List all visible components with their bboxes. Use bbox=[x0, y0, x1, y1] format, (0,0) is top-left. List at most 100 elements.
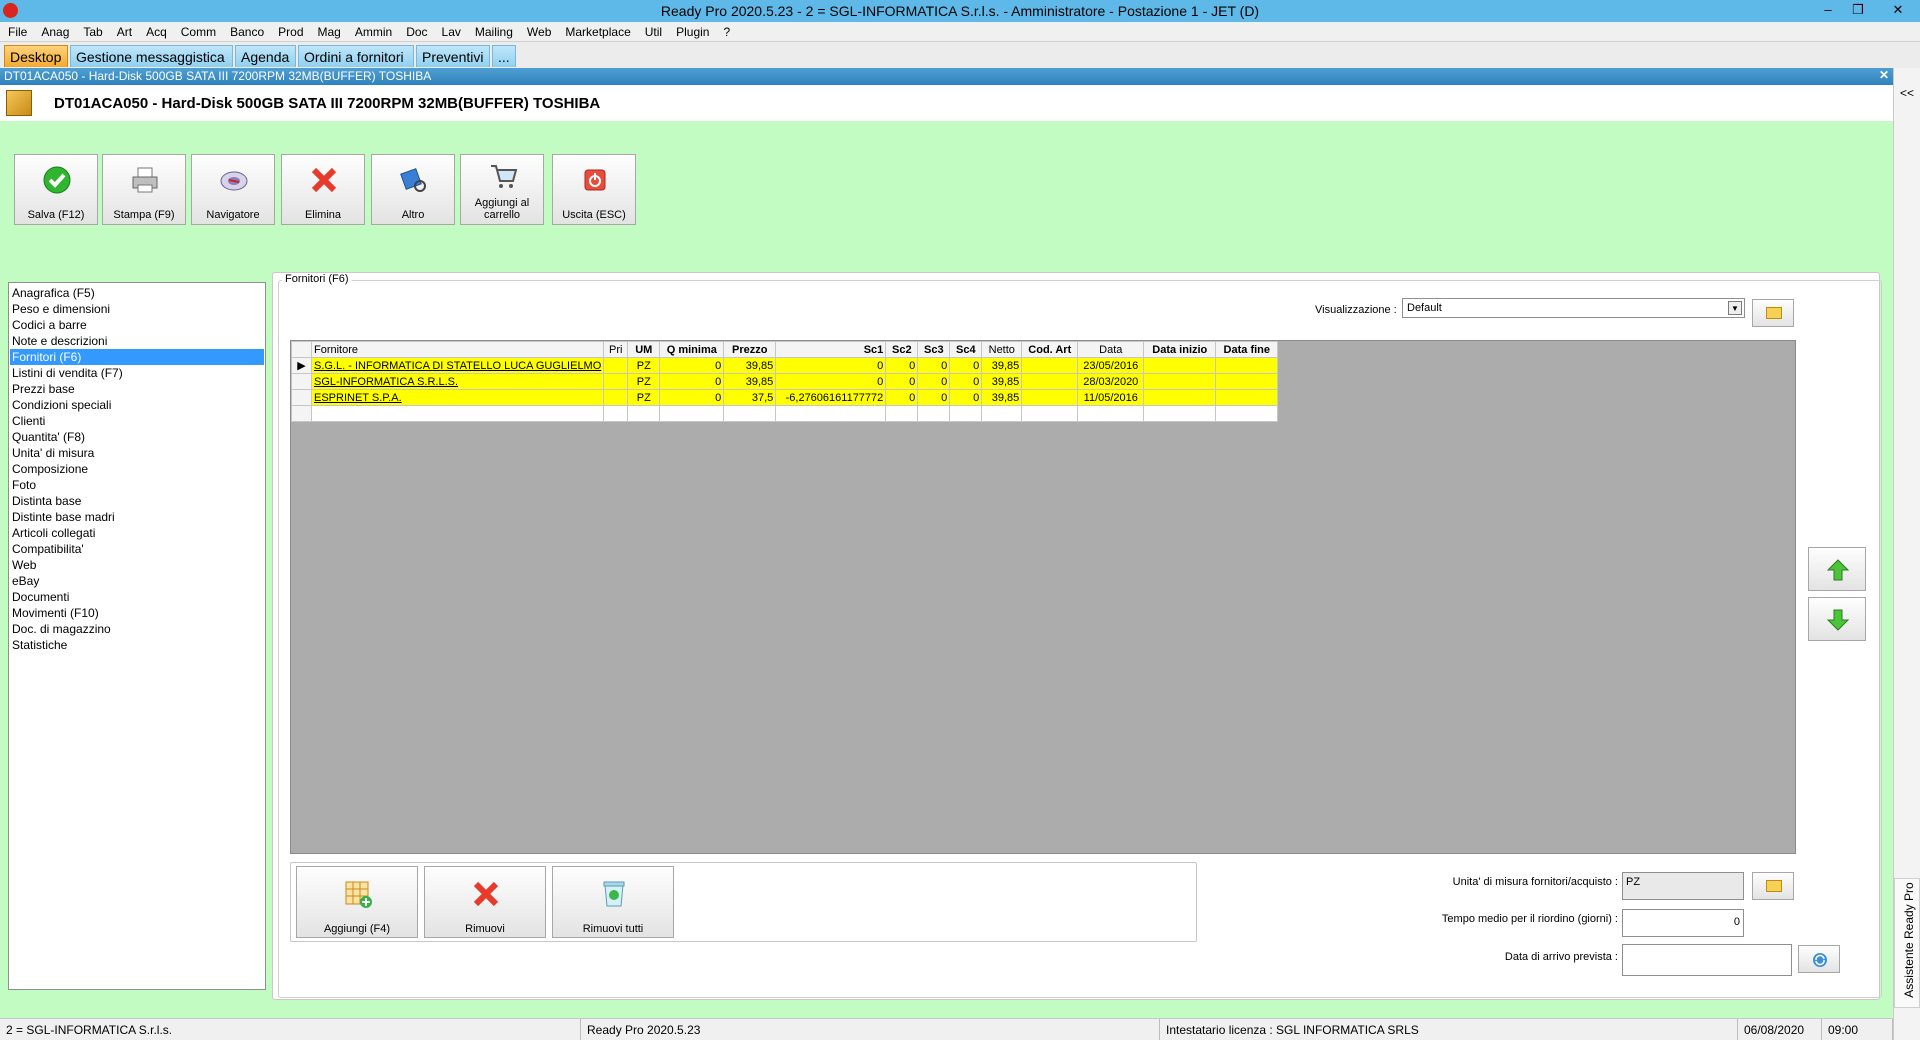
cell[interactable] bbox=[949, 405, 983, 422]
menu-acq[interactable]: Acq bbox=[138, 22, 173, 39]
col-header[interactable]: Cod. Art bbox=[1021, 341, 1079, 358]
navigator-button[interactable]: Navigatore bbox=[191, 154, 275, 225]
nav-item[interactable]: Compatibilita' bbox=[10, 541, 264, 557]
menu-lav[interactable]: Lav bbox=[434, 22, 467, 39]
cell[interactable] bbox=[917, 405, 951, 422]
tab-agenda[interactable]: Agenda bbox=[235, 45, 296, 67]
menu-web[interactable]: Web bbox=[519, 22, 557, 39]
col-header[interactable]: Data bbox=[1077, 341, 1145, 358]
menu-mailing[interactable]: Mailing bbox=[467, 22, 519, 39]
cell[interactable] bbox=[603, 389, 629, 406]
menu-help[interactable]: ? bbox=[715, 22, 736, 39]
cell[interactable]: 23/05/2016 bbox=[1077, 357, 1145, 374]
remove-button[interactable]: Rimuovi bbox=[424, 866, 546, 938]
cell[interactable] bbox=[723, 405, 777, 422]
move-down-button[interactable] bbox=[1808, 597, 1866, 641]
cell[interactable] bbox=[1215, 389, 1279, 406]
view-folder-button[interactable] bbox=[1752, 299, 1794, 327]
menu-prod[interactable]: Prod bbox=[270, 22, 309, 39]
cell[interactable] bbox=[1143, 405, 1217, 422]
nav-item[interactable]: Note e descrizioni bbox=[10, 333, 264, 349]
cell[interactable]: 39,85 bbox=[723, 357, 777, 374]
chevron-down-icon[interactable]: ▼ bbox=[1728, 301, 1742, 315]
close-document-button[interactable]: ✕ bbox=[1879, 68, 1889, 82]
col-header[interactable]: UM bbox=[627, 341, 661, 358]
cell[interactable]: 0 bbox=[949, 389, 983, 406]
col-header[interactable]: Sc3 bbox=[917, 341, 951, 358]
cell[interactable] bbox=[981, 405, 1023, 422]
table-row[interactable]: ESPRINET S.P.A. PZ 0 37,5 -6,27606161177… bbox=[291, 389, 1279, 406]
nav-item[interactable]: Condizioni speciali bbox=[10, 397, 264, 413]
um-folder-button[interactable] bbox=[1752, 872, 1794, 900]
restore-button[interactable]: ❐ bbox=[1838, 0, 1878, 22]
nav-item[interactable]: Documenti bbox=[10, 589, 264, 605]
cell[interactable]: 39,85 bbox=[981, 389, 1023, 406]
cell[interactable] bbox=[885, 405, 919, 422]
tab-ordini-a-fornitori[interactable]: Ordini a fornitori bbox=[298, 45, 414, 67]
cell[interactable] bbox=[603, 357, 629, 374]
reorder-time-field[interactable]: 0 bbox=[1622, 909, 1744, 937]
save-button[interactable]: Salva (F12) bbox=[14, 154, 98, 225]
cell[interactable] bbox=[659, 405, 725, 422]
tab-more[interactable]: ... bbox=[492, 45, 516, 67]
nav-item[interactable]: Prezzi base bbox=[10, 381, 264, 397]
menu-util[interactable]: Util bbox=[637, 22, 668, 39]
cell[interactable] bbox=[1215, 405, 1279, 422]
cell[interactable] bbox=[603, 373, 629, 390]
menu-ammin[interactable]: Ammin bbox=[347, 22, 398, 39]
nav-item[interactable]: Distinte base madri bbox=[10, 509, 264, 525]
nav-item[interactable]: Anagrafica (F5) bbox=[10, 285, 264, 301]
remove-all-button[interactable]: Rimuovi tutti bbox=[552, 866, 674, 938]
assistant-panel-tab[interactable]: Assistente Ready Pro bbox=[1894, 878, 1920, 1008]
um-supplier-field[interactable]: PZ bbox=[1622, 872, 1744, 900]
close-window-button[interactable]: ✕ bbox=[1878, 0, 1918, 22]
table-new-row[interactable] bbox=[291, 405, 1279, 422]
col-header[interactable]: Sc4 bbox=[949, 341, 983, 358]
menu-mag[interactable]: Mag bbox=[310, 22, 347, 39]
cell[interactable] bbox=[1215, 373, 1279, 390]
cell[interactable]: 0 bbox=[949, 373, 983, 390]
cell[interactable]: PZ bbox=[627, 389, 661, 406]
move-up-button[interactable] bbox=[1808, 547, 1866, 591]
cell[interactable]: 0 bbox=[659, 389, 725, 406]
table-row[interactable]: ▶ S.G.L. - INFORMATICA DI STATELLO LUCA … bbox=[291, 357, 1279, 374]
cell[interactable]: PZ bbox=[627, 357, 661, 374]
cell[interactable] bbox=[775, 405, 887, 422]
cell[interactable] bbox=[310, 405, 605, 422]
cell[interactable] bbox=[1021, 389, 1079, 406]
nav-item[interactable]: Codici a barre bbox=[10, 317, 264, 333]
cell[interactable] bbox=[1021, 405, 1079, 422]
cell[interactable]: -6,27606161177772 bbox=[775, 389, 887, 406]
col-header[interactable]: Fornitore bbox=[310, 341, 605, 358]
nav-item[interactable]: eBay bbox=[10, 573, 264, 589]
table-row[interactable]: SGL-INFORMATICA S.R.L.S. PZ 0 39,85 0 0 … bbox=[291, 373, 1279, 390]
menu-art[interactable]: Art bbox=[109, 22, 138, 39]
nav-item[interactable]: Articoli collegati bbox=[10, 525, 264, 541]
col-header[interactable]: Q minima bbox=[659, 341, 725, 358]
cell[interactable] bbox=[1215, 357, 1279, 374]
menu-comm[interactable]: Comm bbox=[173, 22, 222, 39]
cell[interactable]: 37,5 bbox=[723, 389, 777, 406]
cell[interactable]: 39,85 bbox=[981, 357, 1023, 374]
cell[interactable]: 0 bbox=[917, 357, 951, 374]
other-button[interactable]: Altro bbox=[371, 154, 455, 225]
exit-button[interactable]: Uscita (ESC) bbox=[552, 154, 636, 225]
cell[interactable]: 28/03/2020 bbox=[1077, 373, 1145, 390]
col-header[interactable]: Pri bbox=[603, 341, 629, 358]
cell[interactable] bbox=[627, 405, 661, 422]
cell[interactable] bbox=[603, 405, 629, 422]
cell[interactable] bbox=[1077, 405, 1145, 422]
col-header[interactable]: Prezzo bbox=[723, 341, 777, 358]
cell[interactable] bbox=[1143, 357, 1217, 374]
cell[interactable]: 0 bbox=[885, 357, 919, 374]
nav-item[interactable]: Composizione bbox=[10, 461, 264, 477]
add-to-cart-button[interactable]: Aggiungi al carrello bbox=[460, 154, 544, 225]
tab-gestione-messaggistica[interactable]: Gestione messaggistica bbox=[70, 45, 233, 67]
cell[interactable]: 0 bbox=[659, 373, 725, 390]
menu-banco[interactable]: Banco bbox=[222, 22, 270, 39]
cell[interactable] bbox=[1143, 373, 1217, 390]
menu-marketplace[interactable]: Marketplace bbox=[557, 22, 636, 39]
menu-tab[interactable]: Tab bbox=[75, 22, 108, 39]
nav-item[interactable]: Foto bbox=[10, 477, 264, 493]
cell[interactable] bbox=[1143, 389, 1217, 406]
